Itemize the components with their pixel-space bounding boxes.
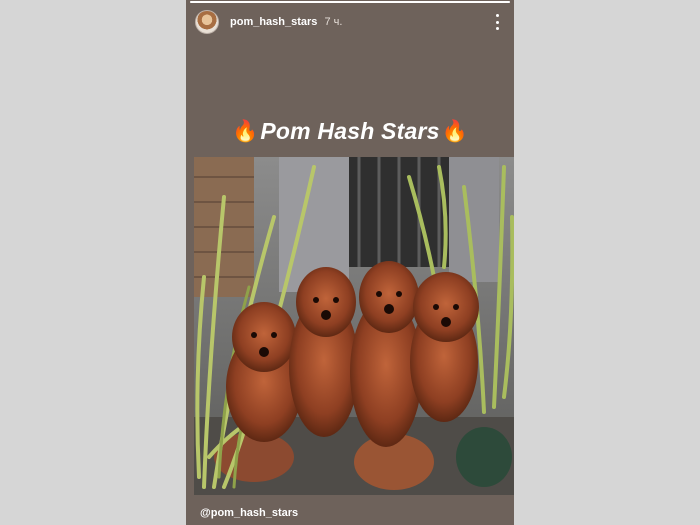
fire-emoji-icon: 🔥: [232, 119, 259, 143]
story-progress-bar: [190, 1, 510, 3]
more-options-icon[interactable]: [494, 14, 500, 30]
story-header: pom_hash_stars 7 ч.: [186, 6, 514, 38]
puppies-photo: [194, 157, 514, 495]
story-viewer[interactable]: pom_hash_stars 7 ч. 🔥 Pom Hash Stars 🔥 @…: [186, 0, 514, 525]
menu-dot: [495, 14, 499, 17]
menu-dot: [495, 20, 499, 24]
fire-emoji-icon: 🔥: [441, 119, 468, 143]
story-title: 🔥 Pom Hash Stars 🔥: [186, 118, 514, 145]
menu-dot: [495, 27, 499, 30]
mention-caption[interactable]: @pom_hash_stars: [200, 507, 298, 519]
post-time: 7 ч.: [324, 16, 343, 28]
story-progress-fill: [190, 1, 510, 3]
story-photo: [194, 157, 514, 495]
story-title-text: Pom Hash Stars: [260, 118, 440, 144]
avatar[interactable]: [195, 10, 219, 34]
username[interactable]: pom_hash_stars: [230, 16, 317, 28]
